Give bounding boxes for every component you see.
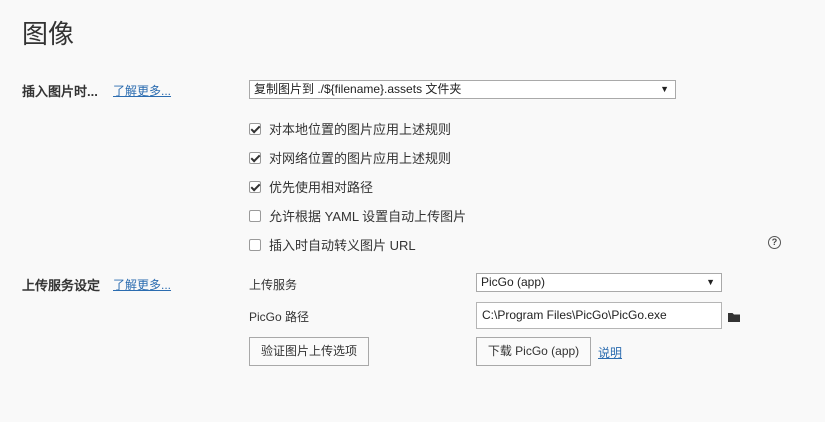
folder-icon[interactable] xyxy=(728,310,741,325)
explain-link[interactable]: 说明 xyxy=(598,344,622,361)
checkbox[interactable] xyxy=(249,209,261,222)
checkbox-checked[interactable] xyxy=(249,180,261,193)
page-title: 图像 xyxy=(22,19,75,49)
upload-learn-more-link[interactable]: 了解更多... xyxy=(113,276,171,293)
option-label: 允许根据 YAML 设置自动上传图片 xyxy=(269,209,467,224)
picgo-path-input[interactable]: C:\Program Files\PicGo\PicGo.exe xyxy=(476,302,722,329)
option-label: 优先使用相对路径 xyxy=(269,180,374,195)
path-label: PicGo 路径 xyxy=(249,310,310,324)
checkbox[interactable] xyxy=(249,238,261,251)
upload-section-label: 上传服务设定 xyxy=(22,278,101,293)
checkbox-checked[interactable] xyxy=(249,122,261,135)
insert-action-select[interactable]: 复制图片到 ./${filename}.assets 文件夹 ▼ xyxy=(249,80,676,99)
service-select[interactable]: PicGo (app) ▼ xyxy=(476,273,722,292)
checkbox-checked[interactable] xyxy=(249,151,261,164)
option-apply-local[interactable]: 对本地位置的图片应用上述规则 xyxy=(249,119,451,138)
service-select-value: PicGo (app) xyxy=(481,275,546,289)
option-prefer-relative[interactable]: 优先使用相对路径 xyxy=(249,177,373,196)
option-yaml-upload[interactable]: 允许根据 YAML 设置自动上传图片 xyxy=(249,206,466,225)
insert-section-label: 插入图片时... xyxy=(22,84,98,99)
verify-upload-button[interactable]: 验证图片上传选项 xyxy=(249,337,369,366)
option-label: 对网络位置的图片应用上述规则 xyxy=(269,151,452,166)
option-label: 插入时自动转义图片 URL xyxy=(269,238,416,253)
chevron-down-icon: ▼ xyxy=(706,277,715,287)
download-picgo-button[interactable]: 下载 PicGo (app) xyxy=(476,337,591,366)
option-apply-network[interactable]: 对网络位置的图片应用上述规则 xyxy=(249,148,451,167)
service-label: 上传服务 xyxy=(249,278,298,292)
help-icon[interactable]: ? xyxy=(768,236,781,249)
insert-action-select-value: 复制图片到 ./${filename}.assets 文件夹 xyxy=(254,82,462,96)
option-escape-url[interactable]: 插入时自动转义图片 URL xyxy=(249,235,416,254)
chevron-down-icon: ▼ xyxy=(660,84,669,94)
option-label: 对本地位置的图片应用上述规则 xyxy=(269,122,452,137)
insert-learn-more-link[interactable]: 了解更多... xyxy=(113,82,171,99)
